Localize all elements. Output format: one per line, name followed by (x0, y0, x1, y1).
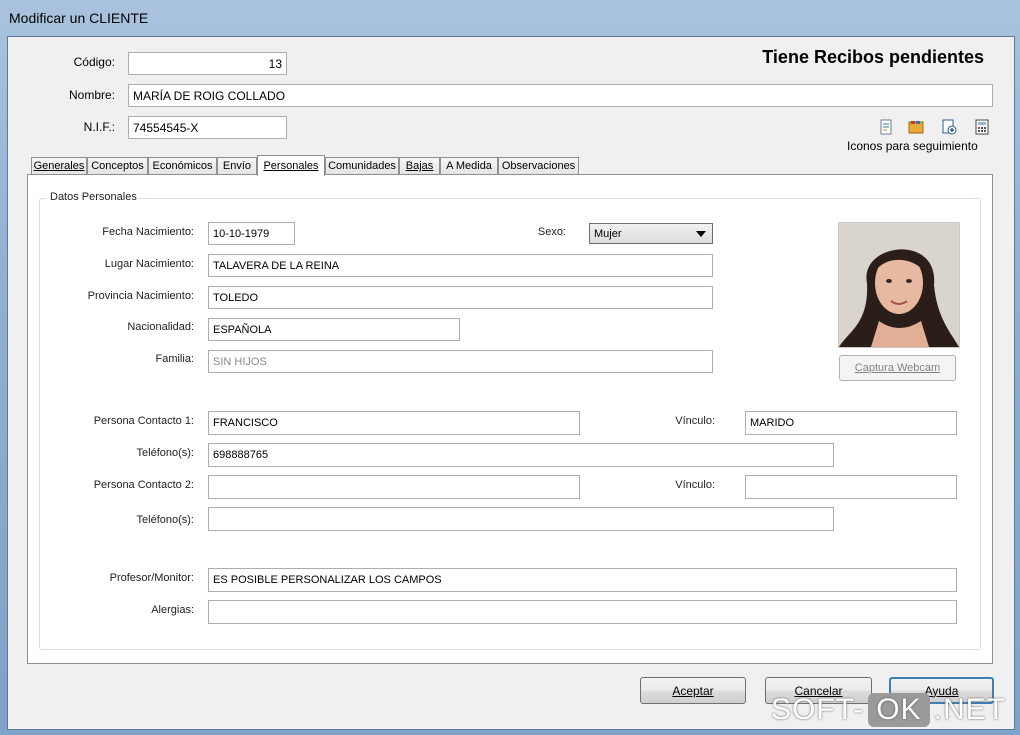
lugar-nacimiento-label: Lugar Nacimiento: (104, 258, 194, 270)
document-icon[interactable] (878, 119, 894, 135)
watermark-left: SOFT- (770, 693, 865, 726)
vinculo1-label: Vínculo: (675, 415, 715, 427)
vinculo1-field[interactable]: MARIDO (745, 411, 957, 435)
sexo-select[interactable]: Mujer (589, 223, 713, 244)
nacionalidad-value: ESPAÑOLA (213, 323, 272, 336)
tab-label: Económicos (152, 160, 213, 172)
add-document-icon[interactable] (941, 119, 957, 135)
watermark-right: .NET (933, 693, 1006, 726)
codigo-label: Código: (73, 55, 115, 69)
title-bar[interactable]: Modificar un CLIENTE (0, 0, 1020, 36)
codigo-field[interactable]: 13 (128, 52, 287, 75)
fecha-nacimiento-label: Fecha Nacimiento: (102, 226, 194, 238)
lugar-nacimiento-field[interactable]: TALAVERA DE LA REINA (208, 254, 713, 277)
telefono1-field[interactable]: 698888765 (208, 443, 834, 467)
nif-field[interactable]: 74554545-X (128, 116, 287, 139)
aceptar-label: Aceptar (672, 683, 714, 698)
nombre-field[interactable]: MARÍA DE ROIG COLLADO (128, 84, 993, 107)
contacto1-field[interactable]: FRANCISCO (208, 411, 580, 435)
tab-bajas[interactable]: Bajas (399, 157, 440, 174)
watermark: SOFT- OK .NET (771, 693, 1006, 727)
pending-receipts-status: Tiene Recibos pendientes (762, 47, 984, 67)
tab-comunidades[interactable]: Comunidades (325, 157, 399, 174)
contacto1-label: Persona Contacto 1: (93, 415, 194, 427)
vinculo2-label: Vínculo: (675, 479, 715, 491)
group-title: Datos Personales (47, 191, 140, 203)
alergias-field[interactable] (208, 600, 957, 624)
contacto2-label: Persona Contacto 2: (93, 479, 194, 491)
alergias-label: Alergias: (151, 604, 194, 616)
tab-conceptos[interactable]: Conceptos (87, 157, 148, 174)
tab-label: Personales (263, 160, 319, 172)
fecha-nacimiento-value: 10-10-1979 (213, 227, 270, 240)
nombre-value: MARÍA DE ROIG COLLADO (133, 88, 286, 103)
nif-label: N.I.F.: (83, 120, 115, 134)
telefono2-label: Teléfono(s): (136, 514, 194, 526)
telefono1-label: Teléfono(s): (136, 447, 194, 459)
window-title: Modificar un CLIENTE (9, 10, 149, 26)
familia-label: Familia: (155, 353, 194, 365)
tab-personales[interactable]: Personales (257, 155, 325, 176)
tab-observaciones[interactable]: Observaciones (498, 157, 579, 174)
provincia-nacimiento-value: TOLEDO (213, 291, 259, 304)
tab-label: Conceptos (91, 160, 144, 172)
provincia-nacimiento-label: Provincia Nacimiento: (87, 290, 194, 302)
telefono2-field[interactable] (208, 507, 834, 531)
captura-webcam-button[interactable]: Captura Webcam (839, 355, 956, 381)
tab-label: Comunidades (328, 160, 396, 172)
tab-label: Bajas (405, 160, 434, 172)
tab-label: A Medida (446, 160, 492, 172)
portrait-image (839, 223, 959, 347)
watermark-box: OK (868, 693, 930, 727)
client-photo (838, 222, 960, 348)
tab-generales[interactable]: Generales (31, 157, 87, 174)
lugar-nacimiento-value: TALAVERA DE LA REINA (213, 259, 340, 272)
nacionalidad-label: Nacionalidad: (127, 321, 194, 333)
tab-label: Observaciones (501, 160, 576, 172)
sexo-value: Mujer (594, 227, 622, 240)
tab-a-medida[interactable]: A Medida (440, 157, 498, 174)
familia-field[interactable]: SIN HIJOS (208, 350, 713, 373)
nombre-label: Nombre: (68, 88, 115, 102)
vinculo2-field[interactable] (745, 475, 957, 499)
calculator-icon[interactable] (974, 119, 990, 135)
tab-label: Envío (222, 160, 252, 172)
contacto1-value: FRANCISCO (213, 417, 278, 429)
sexo-label: Sexo: (537, 226, 566, 238)
nacionalidad-field[interactable]: ESPAÑOLA (208, 318, 460, 341)
aceptar-button[interactable]: Aceptar (640, 677, 746, 704)
folder-icon[interactable] (908, 119, 924, 135)
profesor-field[interactable]: ES POSIBLE PERSONALIZAR LOS CAMPOS (208, 568, 957, 592)
chevron-down-icon (696, 231, 706, 237)
vinculo1-value: MARIDO (750, 417, 794, 429)
familia-value: SIN HIJOS (213, 355, 267, 368)
telefono1-value: 698888765 (213, 449, 269, 461)
captura-webcam-label: Captura Webcam (854, 362, 941, 374)
codigo-value: 13 (268, 56, 282, 71)
nif-value: 74554545-X (133, 120, 199, 135)
icons-caption: Iconos para seguimiento (847, 139, 978, 153)
provincia-nacimiento-field[interactable]: TOLEDO (208, 286, 713, 309)
tab-economicos[interactable]: Económicos (148, 157, 217, 174)
tab-label: Generales (33, 160, 85, 172)
profesor-label: Profesor/Monitor: (109, 572, 194, 584)
contacto2-field[interactable] (208, 475, 580, 499)
tab-envio[interactable]: Envío (217, 157, 257, 174)
profesor-value: ES POSIBLE PERSONALIZAR LOS CAMPOS (213, 574, 442, 586)
fecha-nacimiento-field[interactable]: 10-10-1979 (208, 222, 295, 245)
